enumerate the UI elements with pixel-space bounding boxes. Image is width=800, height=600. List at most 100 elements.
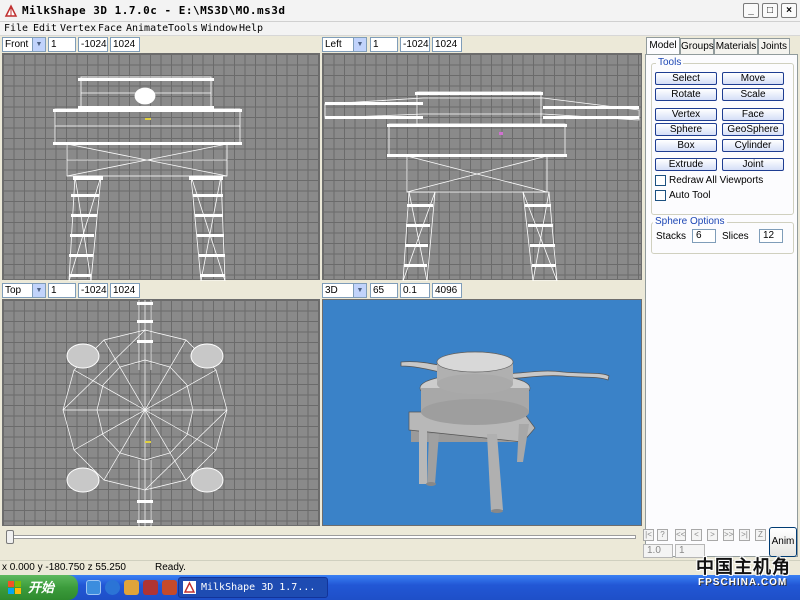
persp-field-far[interactable]: 4096 xyxy=(432,283,462,298)
menu-file[interactable]: File xyxy=(4,23,28,34)
3d-viewport[interactable] xyxy=(322,299,642,526)
next-frame-button[interactable]: > xyxy=(707,529,718,541)
last-frame-button[interactable]: >| xyxy=(739,529,750,541)
left-viewport-toolbar: Left ▼ 1 -1024 1024 xyxy=(322,36,642,53)
menu-animate[interactable]: Animate xyxy=(126,23,168,34)
select-tool-button[interactable]: Select xyxy=(655,72,717,85)
app2-quicklaunch-icon[interactable] xyxy=(162,580,177,595)
menu-window[interactable]: Window xyxy=(201,23,237,34)
left-field-b[interactable]: -1024 xyxy=(400,37,430,52)
tab-joints[interactable]: Joints xyxy=(758,38,790,54)
first-frame-button[interactable]: |< xyxy=(643,529,654,541)
window-title: MilkShape 3D 1.7.0c - E:\MS3D\MO.ms3d xyxy=(22,4,286,17)
sphere-options-title: Sphere Options xyxy=(653,216,727,227)
tools-group-title: Tools xyxy=(656,57,684,68)
menu-bar: File Edit Vertex Face Animate Tools Wind… xyxy=(0,22,800,36)
left-field-c[interactable]: 1024 xyxy=(432,37,462,52)
front-viewport-toolbar: Front ▼ 1 -1024 1024 xyxy=(0,36,320,53)
windows-flag-icon xyxy=(8,581,21,594)
front-wireframe xyxy=(53,76,242,281)
current-frame-field[interactable]: 1.0 xyxy=(643,544,673,558)
top-field-a[interactable]: 1 xyxy=(48,283,76,298)
top-field-b[interactable]: -1024 xyxy=(78,283,108,298)
cylinder-tool-button[interactable]: Cylinder xyxy=(722,139,784,152)
prev-frame-button[interactable]: < xyxy=(691,529,702,541)
timeline-slider-track[interactable] xyxy=(6,535,636,539)
zoom-timeline-button[interactable]: Z xyxy=(755,529,766,541)
chevron-down-icon: ▼ xyxy=(353,38,366,51)
start-label: 开始 xyxy=(28,580,55,595)
app-quicklaunch-icon[interactable] xyxy=(143,580,158,595)
extrude-tool-button[interactable]: Extrude xyxy=(655,158,717,171)
stacks-label: Stacks xyxy=(656,231,687,242)
help-frame-button[interactable]: ? xyxy=(657,529,668,541)
front-field-a[interactable]: 1 xyxy=(48,37,76,52)
rewind-button[interactable]: << xyxy=(675,529,686,541)
front-view-select[interactable]: Front ▼ xyxy=(2,37,46,52)
timeline-slider-thumb[interactable] xyxy=(6,530,14,544)
left-wireframe xyxy=(324,91,640,281)
left-field-a[interactable]: 1 xyxy=(370,37,398,52)
front-field-c[interactable]: 1024 xyxy=(110,37,140,52)
chevron-down-icon: ▼ xyxy=(353,284,366,297)
joint-tool-button[interactable]: Joint xyxy=(722,158,784,171)
left-viewport[interactable] xyxy=(322,53,642,281)
box-tool-button[interactable]: Box xyxy=(655,139,717,152)
show-desktop-icon[interactable] xyxy=(86,580,101,595)
front-viewport[interactable] xyxy=(2,53,320,281)
front-field-b[interactable]: -1024 xyxy=(78,37,108,52)
start-button[interactable]: 开始 xyxy=(0,575,78,600)
persp-field-fov[interactable]: 65 xyxy=(370,283,398,298)
rotate-tool-button[interactable]: Rotate xyxy=(655,88,717,101)
persp-view-select[interactable]: 3D ▼ xyxy=(322,283,367,298)
menu-edit[interactable]: Edit xyxy=(33,23,57,34)
tab-model[interactable]: Model xyxy=(646,37,680,54)
menu-vertex[interactable]: Vertex xyxy=(60,23,96,34)
menu-tools[interactable]: Tools xyxy=(168,23,198,34)
top-field-c[interactable]: 1024 xyxy=(110,283,140,298)
slices-label: Slices xyxy=(722,231,749,242)
status-bar: x 0.000 y -180.750 z 55.250 Ready. xyxy=(0,560,800,575)
left-view-select[interactable]: Left ▼ xyxy=(322,37,367,52)
persp-field-near[interactable]: 0.1 xyxy=(400,283,430,298)
redraw-all-viewports-checkbox[interactable] xyxy=(655,175,666,186)
watermark-cn-text: 中国主机角 xyxy=(696,557,791,577)
milkshape-task-icon xyxy=(183,581,196,594)
slices-input[interactable]: 12 xyxy=(759,229,783,243)
face-tool-button[interactable]: Face xyxy=(722,108,784,121)
vertex-tool-button[interactable]: Vertex xyxy=(655,108,717,121)
windows-taskbar: 开始 MilkShape 3D 1.7... xyxy=(0,575,800,600)
auto-tool-checkbox[interactable] xyxy=(655,190,666,201)
persp-viewport-toolbar: 3D ▼ 65 0.1 4096 xyxy=(322,282,642,299)
tool-panel: Model Groups Materials Joints Tools Sele… xyxy=(644,37,800,557)
chevron-down-icon: ▼ xyxy=(32,38,45,51)
top-view-select[interactable]: Top ▼ xyxy=(2,283,46,298)
model-tab-content: Tools Select Move Rotate Scale Vertex Fa… xyxy=(645,54,798,557)
fast-forward-button[interactable]: >> xyxy=(723,529,734,541)
maximize-button[interactable]: □ xyxy=(762,3,778,18)
geosphere-tool-button[interactable]: GeoSphere xyxy=(722,123,784,136)
minimize-button[interactable]: _ xyxy=(743,3,759,18)
auto-tool-label: Auto Tool xyxy=(669,190,711,201)
tab-materials[interactable]: Materials xyxy=(714,38,758,54)
status-message: Ready. xyxy=(155,562,186,573)
title-bar: MilkShape 3D 1.7.0c - E:\MS3D\MO.ms3d _ … xyxy=(0,0,800,22)
tab-groups[interactable]: Groups xyxy=(680,38,714,54)
stacks-input[interactable]: 6 xyxy=(692,229,716,243)
menu-face[interactable]: Face xyxy=(98,23,122,34)
menu-help[interactable]: Help xyxy=(239,23,263,34)
top-viewport[interactable] xyxy=(2,299,320,527)
close-button[interactable]: × xyxy=(781,3,797,18)
chevron-down-icon: ▼ xyxy=(32,284,45,297)
watermark-en-text: FPSCHINA.COM xyxy=(698,577,788,588)
sphere-tool-button[interactable]: Sphere xyxy=(655,123,717,136)
animation-bar: |< ? << < > >> >| Z 1.0 1 Anim xyxy=(0,527,800,560)
taskbar-milkshape-item[interactable]: MilkShape 3D 1.7... xyxy=(178,577,328,598)
move-tool-button[interactable]: Move xyxy=(722,72,784,85)
scale-tool-button[interactable]: Scale xyxy=(722,88,784,101)
top-wireframe xyxy=(62,300,228,527)
3d-model-render xyxy=(400,351,610,513)
milkshape-app-icon xyxy=(4,4,18,17)
media-player-icon[interactable] xyxy=(124,580,139,595)
internet-explorer-icon[interactable] xyxy=(105,580,120,595)
